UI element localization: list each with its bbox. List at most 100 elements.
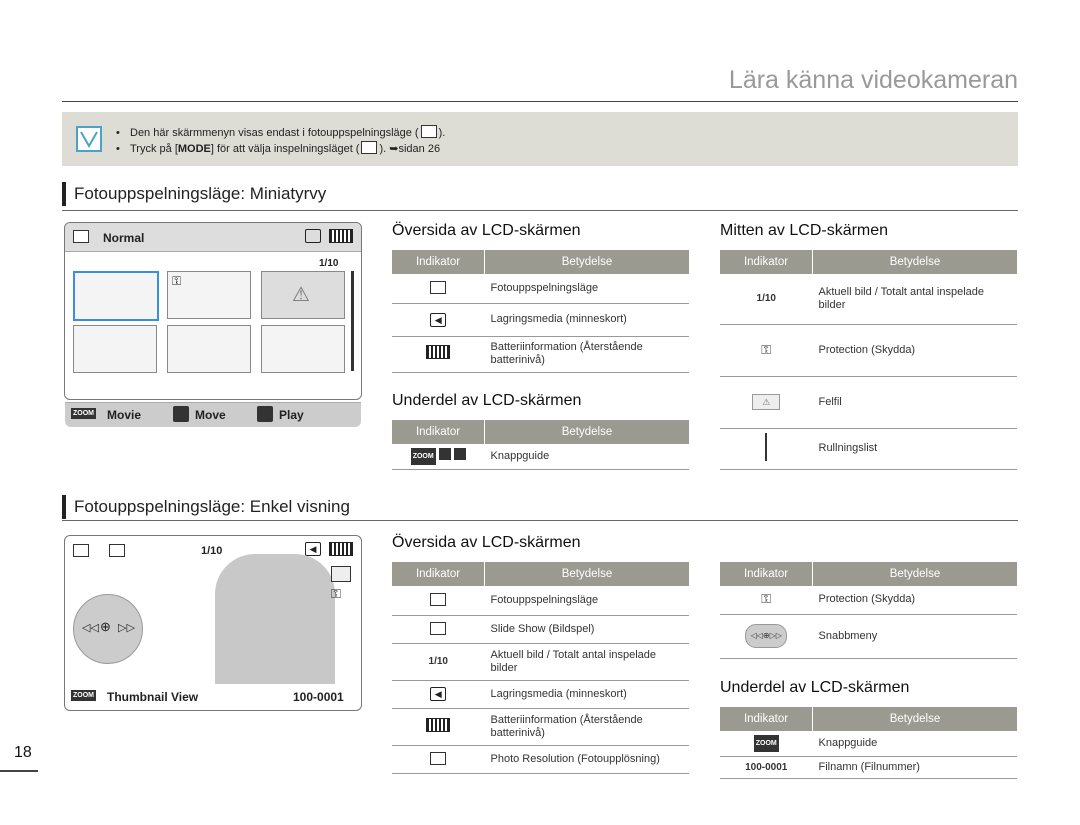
table-cell: Fotouppspelningsläge bbox=[484, 586, 689, 616]
photo-silhouette bbox=[215, 554, 335, 684]
note-line-2-pre: Tryck på [ bbox=[130, 143, 178, 155]
table-cell: Protection (Skydda) bbox=[812, 586, 1017, 615]
s2-bottom-table: Indikator Betydelse ZOOM Knappguide 100-00… bbox=[720, 707, 1017, 779]
header-divider bbox=[62, 101, 1018, 102]
image-counter: 1/10 bbox=[319, 258, 339, 269]
scrollbar-icon bbox=[720, 428, 813, 470]
table-cell: Aktuell bild / Totalt antal inspelade bi… bbox=[812, 274, 1017, 325]
scrollbar-icon bbox=[351, 271, 354, 371]
note-check-icon bbox=[76, 126, 102, 152]
thumbnail-error: ⚠ bbox=[261, 271, 345, 319]
photo-playback-mode-icon bbox=[420, 125, 437, 138]
file-number: 100-0001 bbox=[293, 690, 344, 704]
table-cell: Batteriinformation (Återstående batterin… bbox=[484, 336, 689, 373]
s1-middle-heading: Mitten av LCD-skärmen bbox=[720, 222, 889, 239]
column-header-betydelse: Betydelse bbox=[812, 250, 1017, 274]
table-cell: Batteriinformation (Återstående batterin… bbox=[484, 708, 689, 746]
thumbnail bbox=[167, 325, 251, 373]
table-cell: Photo Resolution (Fotoupplösning) bbox=[484, 745, 689, 774]
zoom-button-icon: ZOOM bbox=[753, 735, 779, 752]
column-header-betydelse: Betydelse bbox=[484, 250, 689, 274]
protection-key-icon: ⚿ bbox=[720, 324, 813, 377]
storage-card-icon: ◀ bbox=[392, 303, 485, 337]
photo-resolution-icon bbox=[331, 566, 351, 582]
column-header-betydelse: Betydelse bbox=[484, 562, 689, 586]
screen-bottom-bar: ZOOM Thumbnail View 100-0001 bbox=[65, 686, 361, 708]
screen-top-bar: Normal bbox=[65, 223, 361, 252]
mode-label: Normal bbox=[103, 231, 145, 245]
error-warning-icon: ⚠ bbox=[292, 284, 310, 306]
screen-bottom-bar: ZOOM Movie Move Play bbox=[65, 402, 361, 427]
s2-top-table: Indikator Betydelse Fotouppspelningsläge … bbox=[392, 562, 689, 774]
section-title-thumbnail: Fotouppspelningsläge: Miniatyrvy bbox=[62, 182, 326, 206]
note-line-1-end: ). bbox=[438, 127, 446, 139]
table-cell: Rullningslist bbox=[812, 428, 1017, 470]
move-joystick-icon bbox=[173, 406, 189, 422]
table-cell: Snabbmeny bbox=[812, 614, 1017, 659]
column-header-indikator: Indikator bbox=[392, 562, 485, 586]
storage-card-icon: ◀ bbox=[305, 542, 321, 556]
forward-icon: ▷▷ bbox=[118, 622, 135, 634]
column-header-indikator: Indikator bbox=[392, 420, 485, 444]
column-header-indikator: Indikator bbox=[720, 250, 813, 274]
s2-top-heading: Översida av LCD-skärmen bbox=[392, 534, 581, 551]
quick-menu-icon: ◁◁⊕▷▷ bbox=[720, 614, 813, 659]
s1-bottom-table: Indikator Betydelse ZOOM Knappguide bbox=[392, 420, 689, 470]
note-line-1-text: Den här skärmmenyn visas endast i fotoup… bbox=[130, 127, 419, 139]
battery-icon bbox=[329, 542, 353, 556]
s1-bottom-heading: Underdel av LCD-skärmen bbox=[392, 392, 582, 409]
zoom-button-icon: ZOOM bbox=[71, 408, 96, 419]
note-line-1: • Den här skärmmenyn visas endast i fotou… bbox=[116, 125, 446, 139]
column-header-indikator: Indikator bbox=[392, 250, 485, 274]
photo-playback-mode-icon bbox=[392, 274, 485, 304]
thumbnail-view-label: Thumbnail View bbox=[107, 690, 199, 704]
quick-menu-icon: ◁◁ ⊕ ▷▷ bbox=[73, 594, 143, 664]
mode-key-label: MODE bbox=[177, 143, 211, 155]
zoom-magnifier-icon: ⊕ bbox=[100, 619, 111, 634]
thumbnail-selected bbox=[73, 271, 159, 321]
column-header-betydelse: Betydelse bbox=[812, 562, 1017, 586]
table-cell: Felfil bbox=[812, 376, 1017, 429]
table-cell: Knappguide bbox=[812, 731, 1017, 757]
storage-card-icon bbox=[305, 229, 321, 243]
s1-top-table: Indikator Betydelse Fotouppspelningsläge … bbox=[392, 250, 689, 373]
thumbnail bbox=[73, 325, 157, 373]
s1-top-heading: Översida av LCD-skärmen bbox=[392, 222, 581, 239]
photo-playback-mode-icon bbox=[73, 230, 89, 243]
battery-icon bbox=[392, 708, 485, 746]
file-number-indicator: 100-0001 bbox=[720, 756, 813, 779]
movie-label: Movie bbox=[107, 408, 142, 422]
column-header-indikator: Indikator bbox=[720, 707, 813, 731]
page-number-rule bbox=[0, 770, 38, 772]
slideshow-icon bbox=[392, 615, 485, 644]
s2-right-table: Indikator Betydelse ⚿ Protection (Skydda) … bbox=[720, 562, 1017, 659]
move-label: Move bbox=[195, 408, 226, 422]
photo-playback-mode-icon bbox=[73, 544, 89, 557]
table-cell: Protection (Skydda) bbox=[812, 324, 1017, 377]
play-button-icon bbox=[257, 406, 273, 422]
error-warning-icon: ⚠ bbox=[720, 376, 813, 429]
note-box: • Den här skärmmenyn visas endast i fotou… bbox=[62, 112, 1018, 166]
single-view-screen-illustration: 1/10 ◀ ⚿ ◁◁ ⊕ ▷▷ ZOOM Thumbnail View 100… bbox=[64, 535, 362, 711]
protection-key-icon: ⚿ bbox=[172, 274, 182, 288]
photo-playback-mode-icon bbox=[392, 586, 485, 616]
storage-card-icon: ◀ bbox=[392, 680, 485, 709]
protection-key-icon: ⚿ bbox=[720, 586, 813, 615]
slideshow-icon bbox=[109, 544, 125, 557]
button-guide-icon: ZOOM bbox=[392, 444, 485, 470]
page-header-title: Lära känna videokameran bbox=[728, 66, 1018, 94]
thumbnail bbox=[261, 325, 345, 373]
column-header-betydelse: Betydelse bbox=[812, 707, 1017, 731]
image-counter: 1/10 bbox=[201, 545, 223, 557]
thumbnail-screen-illustration: Normal 1/10 ⚿ ⚠ ZOOM Movie Move Play bbox=[64, 222, 362, 427]
page-number: 18 bbox=[14, 744, 32, 761]
play-mode-icon bbox=[361, 141, 378, 154]
battery-icon bbox=[329, 229, 353, 243]
s1-middle-table: Indikator Betydelse 1/10 Aktuell bild / To… bbox=[720, 250, 1017, 470]
s2-bottom-heading: Underdel av LCD-skärmen bbox=[720, 679, 910, 696]
battery-icon bbox=[392, 336, 485, 373]
play-label: Play bbox=[279, 408, 304, 422]
table-cell: Lagringsmedia (minneskort) bbox=[484, 303, 689, 337]
table-cell: Aktuell bild / Totalt antal inspelade bi… bbox=[484, 643, 689, 681]
table-cell: Filnamn (Filnummer) bbox=[812, 756, 1017, 779]
